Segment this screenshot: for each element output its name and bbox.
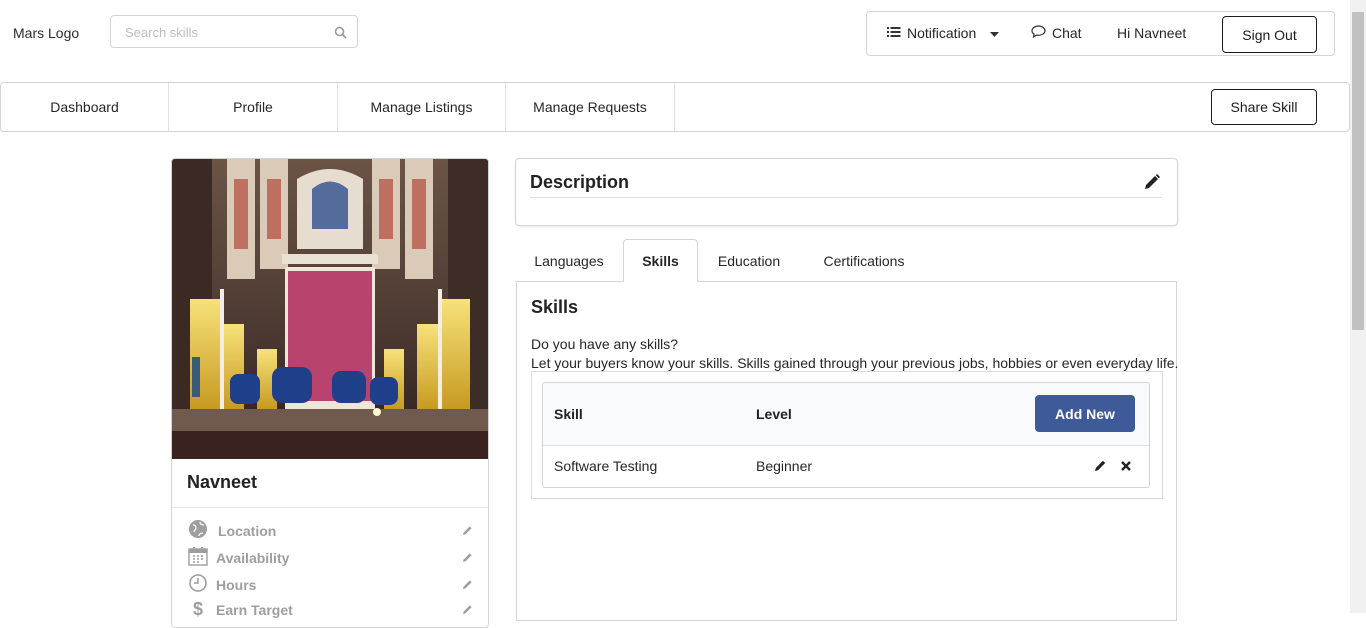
col-level-header: Level	[756, 406, 792, 422]
edit-skill-pencil-icon[interactable]	[1094, 459, 1107, 475]
scrollbar-thumb[interactable]	[1352, 12, 1364, 330]
profile-tabs: Languages Skills Education Certification…	[516, 239, 1177, 282]
main-nav: Dashboard Profile Manage Listings Manage…	[0, 82, 1350, 132]
skills-table: Skill Level Add New Software Testing Beg…	[542, 382, 1150, 488]
skills-help-text: Let your buyers know your skills. Skills…	[531, 355, 1179, 371]
skills-table-header: Skill Level Add New	[543, 383, 1149, 446]
notification-label: Notification	[907, 25, 977, 41]
profile-earn-target-row: $ Earn Target	[188, 599, 472, 620]
table-row: Software Testing Beginner	[543, 445, 1149, 487]
mars-logo[interactable]: Mars Logo	[13, 25, 79, 41]
edit-description-pencil-icon[interactable]	[1144, 174, 1160, 193]
skills-table-wrapper: Skill Level Add New Software Testing Beg…	[531, 371, 1163, 499]
profile-location-row: Location	[188, 519, 472, 542]
greeting-text[interactable]: Hi Navneet	[1117, 25, 1186, 41]
profile-card: Navneet Location Availability Hours $ Ea…	[171, 158, 489, 628]
calendar-icon	[188, 546, 208, 569]
add-new-skill-button[interactable]: Add New	[1035, 395, 1135, 432]
description-divider	[530, 197, 1162, 198]
profile-divider	[172, 507, 488, 508]
profile-photo	[172, 159, 488, 459]
edit-availability-pencil-icon[interactable]	[462, 550, 473, 566]
chat-link[interactable]: Chat	[1031, 25, 1082, 41]
description-card: Description	[515, 158, 1178, 226]
edit-hours-pencil-icon[interactable]	[462, 577, 473, 593]
location-label: Location	[218, 522, 277, 539]
chat-bubble-icon	[1031, 25, 1046, 41]
nav-tab-manage-requests[interactable]: Manage Requests	[506, 83, 675, 131]
search-box	[110, 15, 358, 49]
skills-title: Skills	[531, 297, 579, 317]
profile-name: Navneet	[187, 472, 258, 492]
globe-icon	[188, 519, 208, 542]
tab-skills[interactable]: Skills	[623, 239, 698, 282]
clock-icon	[188, 573, 208, 596]
earn-target-label: Earn Target	[216, 601, 293, 618]
nav-tab-manage-listings[interactable]: Manage Listings	[338, 83, 506, 131]
nav-tab-profile[interactable]: Profile	[169, 83, 338, 131]
notification-dropdown[interactable]: Notification	[887, 25, 1000, 41]
caret-down-icon	[990, 25, 1000, 41]
edit-location-pencil-icon[interactable]	[462, 523, 473, 539]
description-title: Description	[530, 172, 630, 192]
top-menu: Notification Chat Hi Navneet Sign Out	[866, 11, 1335, 56]
skills-panel: Skills Do you have any skills? Let your …	[516, 281, 1179, 621]
sign-out-button[interactable]: Sign Out	[1222, 16, 1317, 53]
skill-cell: Software Testing	[554, 458, 658, 474]
hours-label: Hours	[216, 576, 257, 593]
list-icon	[887, 25, 901, 41]
edit-earn-target-pencil-icon[interactable]	[462, 602, 473, 618]
availability-label: Availability	[216, 549, 290, 566]
chat-label: Chat	[1052, 25, 1082, 41]
dollar-icon: $	[192, 599, 203, 619]
profile-hours-row: Hours	[188, 573, 472, 596]
delete-skill-close-icon[interactable]	[1120, 459, 1132, 475]
tab-languages[interactable]: Languages	[516, 239, 622, 282]
search-icon[interactable]	[334, 26, 347, 42]
tab-education[interactable]: Education	[706, 239, 792, 282]
nav-tab-dashboard[interactable]: Dashboard	[1, 83, 169, 131]
search-input[interactable]	[123, 16, 337, 49]
col-skill-header: Skill	[554, 406, 583, 422]
share-skill-button[interactable]: Share Skill	[1211, 89, 1317, 125]
level-cell: Beginner	[756, 458, 813, 474]
tab-certifications[interactable]: Certifications	[810, 239, 918, 282]
skills-question: Do you have any skills?	[531, 336, 679, 352]
profile-availability-row: Availability	[188, 546, 472, 569]
